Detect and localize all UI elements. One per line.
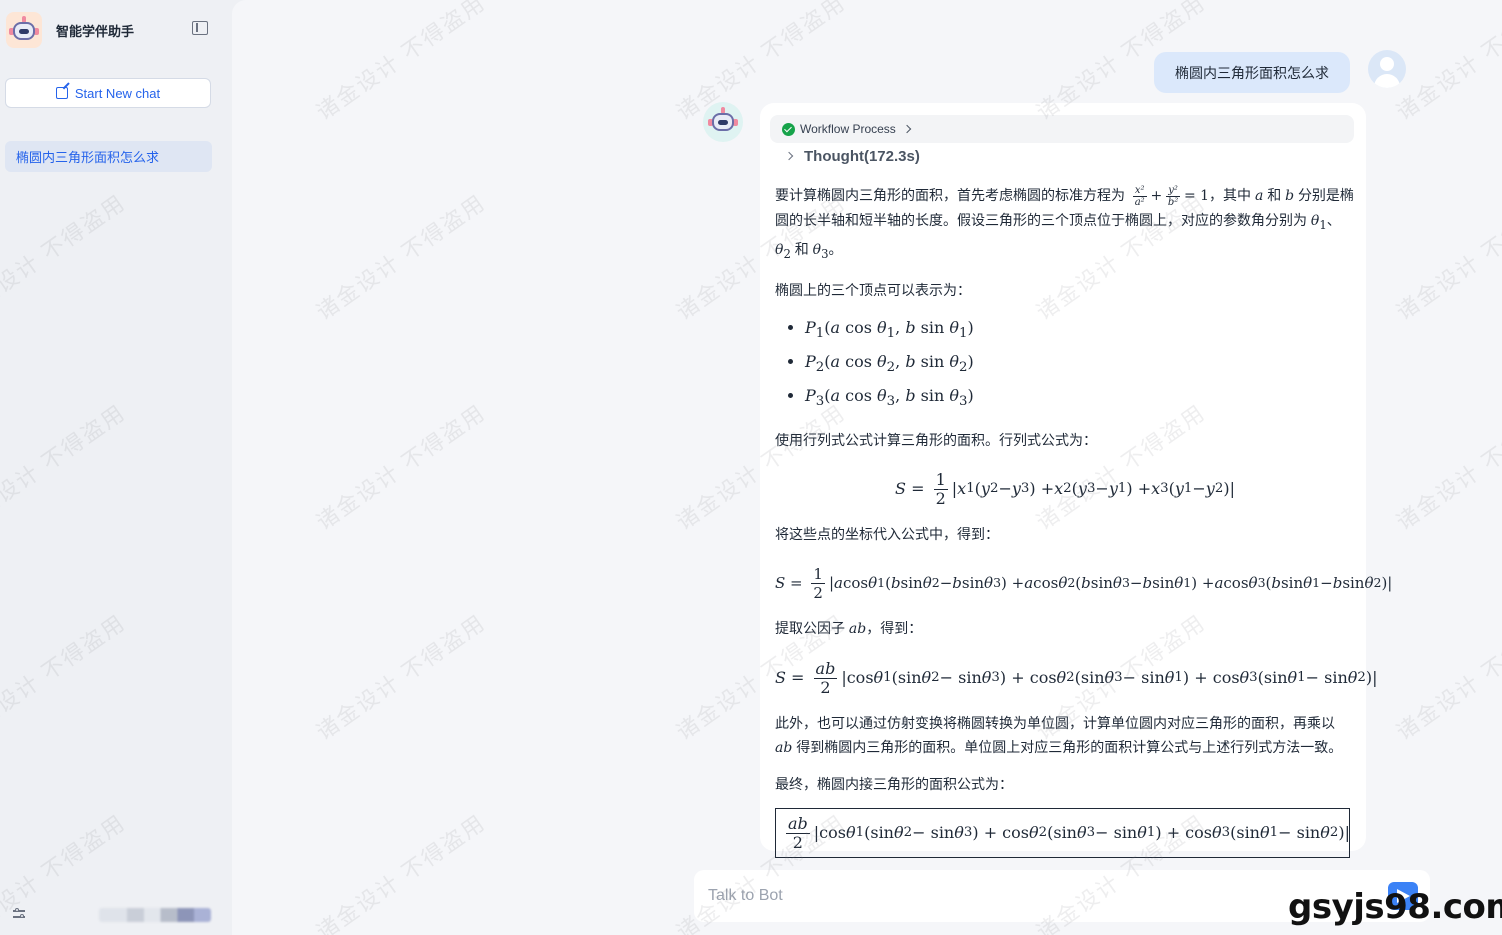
conversation-title: 椭圆内三角形面积怎么求 [16, 150, 160, 165]
conversation-item[interactable]: 椭圆内三角形面积怎么求 [5, 141, 212, 172]
chat-input[interactable] [708, 884, 1368, 908]
answer-paragraph: 椭圆上的三个顶点可以表示为： [775, 281, 971, 298]
start-new-chat-label: Start New chat [74, 85, 161, 101]
settings-sliders-icon[interactable] [12, 906, 28, 922]
sidebar-toggle-icon[interactable] [192, 21, 208, 35]
substituted-formula: S = 1 2 | a cos θ 1(b sin θ2 − b sin θ 3) + a… [775, 564, 1393, 602]
edit-icon [55, 87, 68, 99]
chevron-right-icon [902, 124, 912, 134]
determinant-formula: S = 1 2 | x 1(y 2 − y 3) + x 2(y 3 − y 1) + x 3(y 1… [895, 469, 1235, 508]
app-logo [6, 12, 42, 48]
site-watermark: gsyjs98.com [1288, 887, 1502, 927]
answer-paragraph: 使用行列式公式计算三角形的面积。行列式公式为： [775, 432, 1097, 449]
bot-answer-card: Workflow Process Thought(172.3s) 要计算椭圆内三… [760, 103, 1392, 859]
user-avatar [1368, 50, 1406, 88]
thought-label: Thought(172.3s) [804, 147, 920, 165]
app-title: 智能学伴助手 [56, 23, 135, 39]
user-message-text: 椭圆内三角形面积怎么求 [1175, 64, 1329, 81]
list-item: P3(a cos θ3, b sin θ3) [805, 382, 1355, 416]
answer-paragraph: 要计算椭圆内三角形的面积，首先考虑椭圆的标准方程为 x² a² + y² b² = 1，其… [775, 184, 1354, 261]
workflow-process-toggle[interactable]: Workflow Process [770, 115, 1354, 143]
list-item: P2(a cos θ2, b sin θ2) [805, 348, 1355, 382]
bot-avatar [703, 102, 743, 142]
answer-paragraph: 提取公因子 ab，得到： [775, 620, 923, 638]
sidebar: 智能学伴助手 Start New chat 椭圆内三角形面积怎么求 [0, 0, 232, 935]
answer-paragraph: 此外，也可以通过仿射变换将椭圆转换为单位圆，计算单位圆内对应三角形的面积，再乘以… [775, 715, 1343, 757]
answer-paragraph: 将这些点的坐标代入公式中，得到： [775, 526, 999, 543]
start-new-chat-button[interactable]: Start New chat [5, 78, 211, 108]
workflow-label: Workflow Process [800, 122, 896, 136]
answer-content: 要计算椭圆内三角形的面积，首先考虑椭圆的标准方程为 x² a² + y² b² = 1，其… [775, 183, 1393, 859]
chat-main: 椭圆内三角形面积怎么求 Workflow Process Thought(172… [232, 0, 1502, 935]
chevron-right-icon [784, 151, 794, 161]
vertex-list: P1(a cos θ1, b sin θ1) P2(a cos θ2, b si… [805, 314, 1355, 417]
sidebar-header: 智能学伴助手 [6, 10, 226, 50]
answer-paragraph: 最终，椭圆内接三角形的面积公式为： [775, 776, 1013, 793]
user-message-bubble: 椭圆内三角形面积怎么求 [1154, 52, 1350, 93]
check-circle-icon [782, 122, 795, 136]
account-info-blurred[interactable] [99, 908, 211, 922]
thought-toggle[interactable]: Thought(172.3s) [784, 146, 920, 166]
factored-formula: S = ab 2 |cos θ 1 (sin θ2 − sin θ 3) + cos θ2… [775, 658, 1378, 697]
final-boxed-formula: ab 2 |cos θ 1 (sin θ2 − sin θ 3) + cos θ 2 (sin… [775, 808, 1350, 859]
list-item: P1(a cos θ1, b sin θ1) [805, 314, 1355, 348]
